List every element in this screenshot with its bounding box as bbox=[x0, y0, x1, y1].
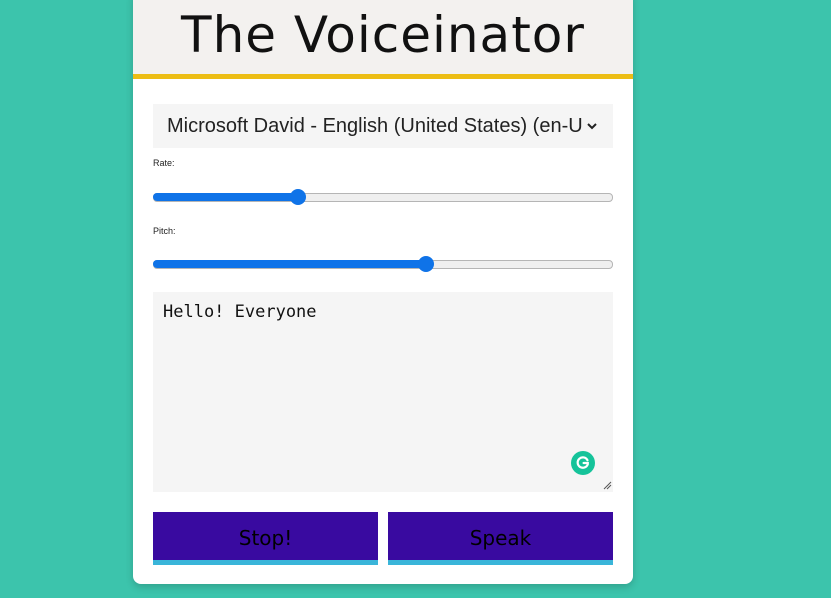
pitch-slider-thumb[interactable] bbox=[418, 256, 434, 272]
rate-slider[interactable] bbox=[153, 189, 613, 205]
voice-select-value: Microsoft David - English (United States… bbox=[167, 114, 583, 137]
pitch-slider[interactable] bbox=[153, 256, 613, 272]
grammarly-icon[interactable] bbox=[571, 451, 595, 475]
rate-slider-fill bbox=[153, 193, 298, 201]
pitch-label: Pitch: bbox=[153, 226, 176, 236]
voiceinator-card: The Voiceinator Microsoft David - Englis… bbox=[133, 0, 633, 584]
pitch-slider-fill bbox=[153, 260, 426, 268]
rate-label: Rate: bbox=[153, 158, 175, 168]
chevron-down-icon bbox=[587, 123, 597, 130]
speak-button[interactable]: Speak bbox=[388, 512, 613, 565]
page-title: The Voiceinator bbox=[181, 6, 585, 64]
stop-button[interactable]: Stop! bbox=[153, 512, 378, 565]
message-textarea[interactable]: Hello! Everyone bbox=[153, 292, 613, 492]
voice-select[interactable]: Microsoft David - English (United States… bbox=[153, 104, 613, 148]
resize-handle-icon[interactable] bbox=[603, 481, 612, 490]
rate-slider-thumb[interactable] bbox=[290, 189, 306, 205]
header: The Voiceinator bbox=[133, 0, 633, 79]
